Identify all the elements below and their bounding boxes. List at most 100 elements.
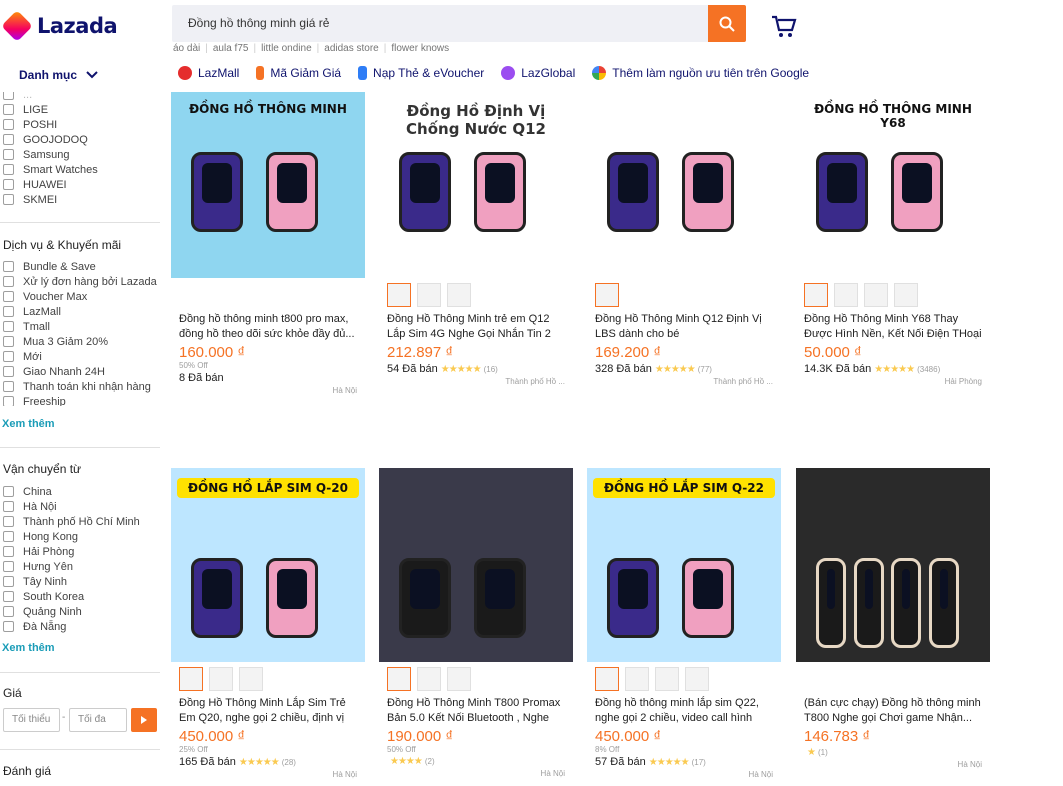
product-image[interactable] [587,92,781,278]
service-filter-item[interactable]: Freeship [3,394,157,406]
variant-thumbnail[interactable] [625,667,649,691]
product-image[interactable]: Đồng Hồ Định Vị Chống Nước Q12 [379,92,573,278]
checkbox[interactable] [3,104,14,115]
cart-icon[interactable] [771,14,797,40]
product-image[interactable]: ĐỒNG HỒ LẮP SIM Q-22 [587,468,781,662]
variant-thumbnail[interactable] [417,283,441,307]
price-max-input[interactable]: Tối đa [69,708,127,732]
checkbox[interactable] [3,591,14,602]
variant-thumbnail[interactable] [387,667,411,691]
checkbox[interactable] [3,291,14,302]
brand-filter-item[interactable]: ... [3,92,98,102]
checkbox[interactable] [3,531,14,542]
variant-thumbnail[interactable] [239,667,263,691]
checkbox[interactable] [3,134,14,145]
variant-thumbnail[interactable] [834,283,858,307]
shipping-filter-item[interactable]: Hải Phòng [3,544,140,559]
product-card[interactable]: ĐỒNG HỒ THÔNG MINH Y68 Đồng Hồ Thông Minh… [796,92,990,386]
product-card[interactable]: Đồng Hồ Định Vị Chống Nước Q12 Đồng Hồ Th… [379,92,573,386]
product-card[interactable]: ĐỒNG HỒ LẮP SIM Q-20 Đồng Hồ Thông Minh L… [171,468,365,779]
service-filter-item[interactable]: Mới [3,349,157,364]
service-filter-item[interactable]: Giao Nhanh 24H [3,364,157,379]
service-filter-item[interactable]: Xử lý đơn hàng bởi Lazada [3,274,157,289]
service-filter-item[interactable]: Thanh toán khi nhận hàng [3,379,157,394]
product-name[interactable]: Đồng hồ thông minh t800 pro max, đồng hồ… [171,312,365,342]
product-image[interactable] [796,468,990,662]
variant-thumbnail[interactable] [655,667,679,691]
brand-filter-item[interactable]: LIGE [3,102,98,117]
variant-thumbnail[interactable] [894,283,918,307]
product-card[interactable]: Đồng Hồ Thông Minh T800 Promax Bản 5.0 K… [379,468,573,778]
variant-thumbnail[interactable] [595,667,619,691]
price-min-input[interactable]: Tối thiểu [3,708,60,732]
suggestion-link[interactable]: áo dài [173,43,200,54]
lazada-logo[interactable]: Lazada [1,10,118,42]
product-image[interactable]: ĐỒNG HỒ THÔNG MINH [171,92,365,278]
variant-thumbnail[interactable] [447,667,471,691]
variant-thumbnail[interactable] [864,283,888,307]
checkbox[interactable] [3,306,14,317]
checkbox[interactable] [3,381,14,392]
checkbox[interactable] [3,179,14,190]
brand-filter-item[interactable]: GOOJODOQ [3,132,98,147]
service-filter-item[interactable]: Voucher Max [3,289,157,304]
promo-google[interactable]: Thêm làm nguồn ưu tiên trên Google [592,66,809,80]
checkbox[interactable] [3,576,14,587]
product-name[interactable]: Đồng Hồ Thông Minh Lắp Sim Trẻ Em Q20, n… [171,696,365,726]
checkbox[interactable] [3,546,14,557]
checkbox[interactable] [3,621,14,632]
see-more-shipping-link[interactable]: Xem thêm [2,642,55,654]
category-menu[interactable]: Danh mục [19,68,98,82]
product-image[interactable]: ĐỒNG HỒ THÔNG MINH Y68 [796,92,990,278]
search-bar[interactable]: Đồng hồ thông minh giá rẻ [172,5,746,42]
shipping-filter-item[interactable]: Đà Nẵng [3,619,140,634]
checkbox[interactable] [3,351,14,362]
variant-thumbnail[interactable] [685,667,709,691]
shipping-filter-item[interactable]: South Korea [3,589,140,604]
variant-thumbnail[interactable] [179,667,203,691]
checkbox[interactable] [3,561,14,572]
search-button[interactable] [708,5,746,42]
product-name[interactable]: Đồng Hồ Thông Minh T800 Promax Bản 5.0 K… [379,696,573,726]
product-name[interactable]: Đồng Hồ Thông Minh trẻ em Q12 Lắp Sim 4G… [379,312,573,342]
product-card[interactable]: ĐỒNG HỒ LẮP SIM Q-22 Đồng hồ thông minh l… [587,468,781,779]
checkbox[interactable] [3,276,14,287]
promo-lazglobal[interactable]: LazGlobal [501,66,575,80]
checkbox[interactable] [3,486,14,497]
shipping-filter-item[interactable]: Hà Nội [3,499,140,514]
service-filter-item[interactable]: LazMall [3,304,157,319]
checkbox[interactable] [3,501,14,512]
suggestion-link[interactable]: aula f75 [213,43,249,54]
product-card[interactable]: (Bán cực chạy) Đồng hồ thông minh T800 N… [796,468,990,769]
service-filter-item[interactable]: Tmall [3,319,157,334]
checkbox[interactable] [3,164,14,175]
checkbox[interactable] [3,516,14,527]
product-image[interactable]: ĐỒNG HỒ LẮP SIM Q-20 [171,468,365,662]
variant-thumbnail[interactable] [804,283,828,307]
brand-filter-item[interactable]: HUAWEI [3,177,98,192]
checkbox[interactable] [3,606,14,617]
shipping-filter-item[interactable]: Hưng Yên [3,559,140,574]
price-apply-button[interactable] [131,708,157,732]
checkbox[interactable] [3,396,14,406]
shipping-filter-item[interactable]: Thành phố Hồ Chí Minh [3,514,140,529]
variant-thumbnail[interactable] [447,283,471,307]
brand-filter-item[interactable]: Samsung [3,147,98,162]
shipping-filter-item[interactable]: Tây Ninh [3,574,140,589]
checkbox[interactable] [3,119,14,130]
variant-thumbnail[interactable] [595,283,619,307]
see-more-services-link[interactable]: Xem thêm [2,418,55,430]
checkbox[interactable] [3,149,14,160]
product-name[interactable]: (Bán cực chạy) Đồng hồ thông minh T800 N… [796,696,990,726]
product-image[interactable] [379,468,573,662]
suggestion-link[interactable]: adidas store [324,43,378,54]
suggestion-link[interactable]: little ondine [261,43,312,54]
product-name[interactable]: Đồng Hồ Thông Minh Y68 Thay Được Hình Nề… [796,312,990,342]
product-card[interactable]: Đồng Hồ Thông Minh Q12 Định Vị LBS dành … [587,92,781,386]
checkbox[interactable] [3,321,14,332]
promo-voucher[interactable]: Mã Giảm Giá [256,66,341,80]
shipping-filter-item[interactable]: China [3,484,140,499]
brand-filter-item[interactable]: POSHI [3,117,98,132]
product-name[interactable]: Đồng Hồ Thông Minh Q12 Định Vị LBS dành … [587,312,781,342]
product-card[interactable]: ĐỒNG HỒ THÔNG MINH Đồng hồ thông minh t80… [171,92,365,395]
